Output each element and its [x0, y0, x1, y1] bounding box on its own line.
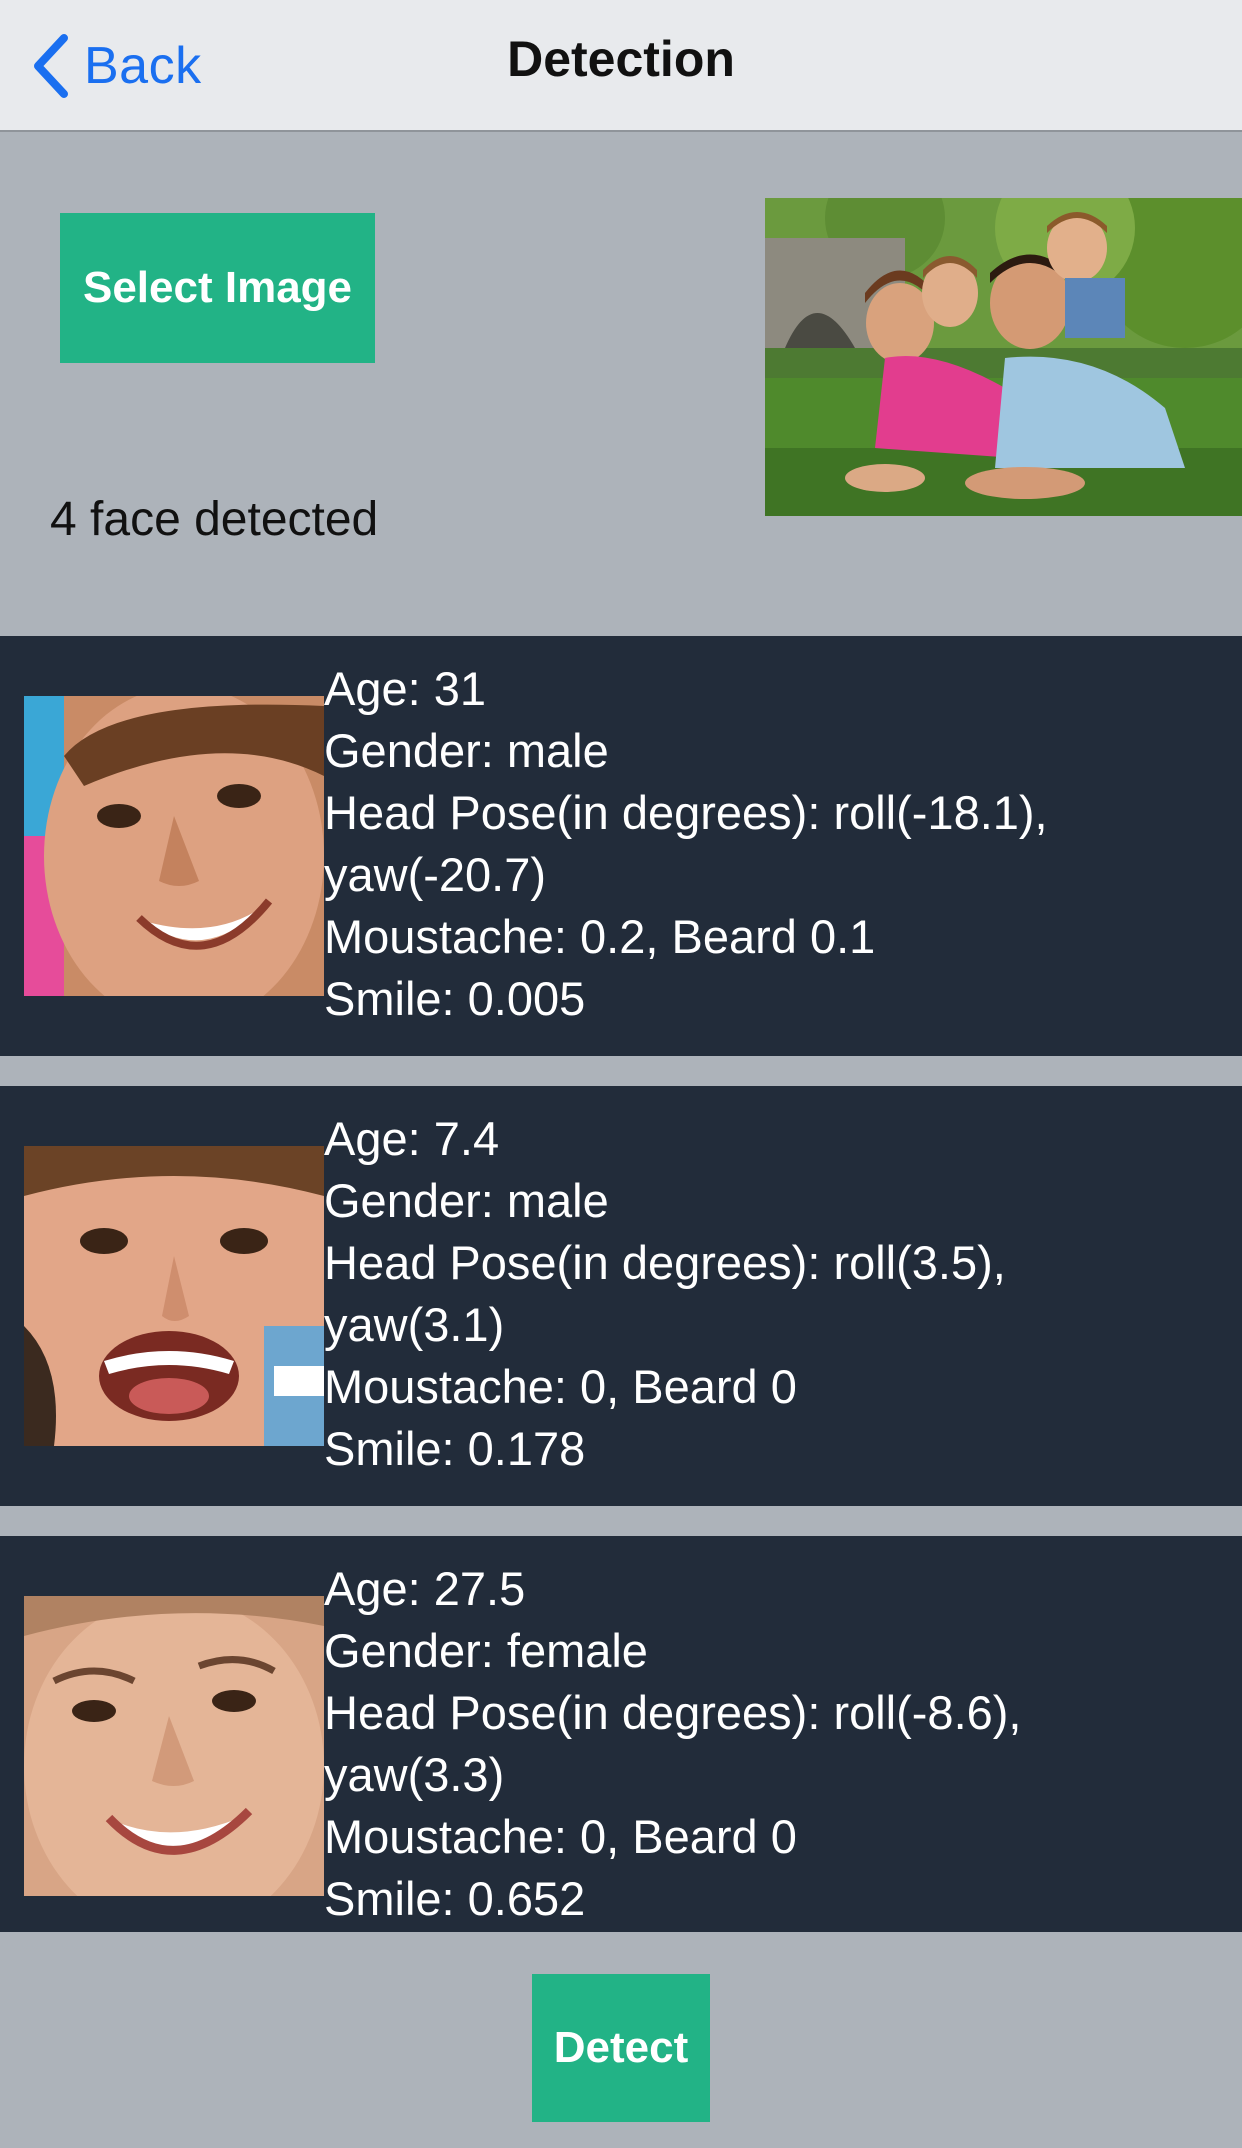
- face-head-pose-yaw: yaw(3.1): [324, 1298, 505, 1351]
- face-smile: Smile: 0.652: [324, 1872, 586, 1925]
- navigation-bar: Back Detection: [0, 0, 1242, 132]
- face-smile: Smile: 0.005: [324, 972, 586, 1025]
- face-head-pose: Head Pose(in degrees): roll(-18.1),: [324, 786, 1048, 839]
- face-gender: Gender: male: [324, 1174, 609, 1227]
- face-results-list[interactable]: Age: 31 Gender: male Head Pose(in degree…: [0, 636, 1242, 1932]
- face-thumbnail: [24, 696, 324, 996]
- face-head-pose-yaw: yaw(3.3): [324, 1748, 505, 1801]
- face-thumbnail: [24, 1596, 324, 1896]
- faces-detected-count: 4 face detected: [50, 493, 379, 546]
- face-gender: Gender: female: [324, 1624, 648, 1677]
- face-attributes: Age: 27.5 Gender: female Head Pose(in de…: [324, 1558, 1224, 1930]
- face-result-row: Age: 7.4 Gender: male Head Pose(in degre…: [0, 1086, 1242, 1506]
- face-smile: Smile: 0.178: [324, 1422, 586, 1475]
- face-attributes: Age: 7.4 Gender: male Head Pose(in degre…: [324, 1108, 1224, 1480]
- face-head-pose: Head Pose(in degrees): roll(3.5),: [324, 1236, 1006, 1289]
- face-result-row: Age: 31 Gender: male Head Pose(in degree…: [0, 636, 1242, 1056]
- select-image-button[interactable]: Select Image: [60, 213, 375, 363]
- face-age: Age: 7.4: [324, 1112, 500, 1165]
- face-head-pose: Head Pose(in degrees): roll(-8.6),: [324, 1686, 1022, 1739]
- face-thumbnail: [24, 1146, 324, 1446]
- face-facial-hair: Moustache: 0, Beard 0: [324, 1810, 797, 1863]
- face-facial-hair: Moustache: 0, Beard 0: [324, 1360, 797, 1413]
- app-screen: Back Detection Select Image 4 face detec…: [0, 0, 1242, 2148]
- face-facial-hair: Moustache: 0.2, Beard 0.1: [324, 910, 876, 963]
- selected-photo: [765, 198, 1242, 516]
- detect-button[interactable]: Detect: [532, 1974, 710, 2122]
- face-head-pose-yaw: yaw(-20.7): [324, 848, 547, 901]
- face-attributes: Age: 31 Gender: male Head Pose(in degree…: [324, 658, 1224, 1030]
- face-age: Age: 31: [324, 662, 487, 715]
- face-age: Age: 27.5: [324, 1562, 526, 1615]
- face-result-row: Age: 27.5 Gender: female Head Pose(in de…: [0, 1536, 1242, 1932]
- page-title: Detection: [507, 31, 735, 87]
- face-gender: Gender: male: [324, 724, 609, 777]
